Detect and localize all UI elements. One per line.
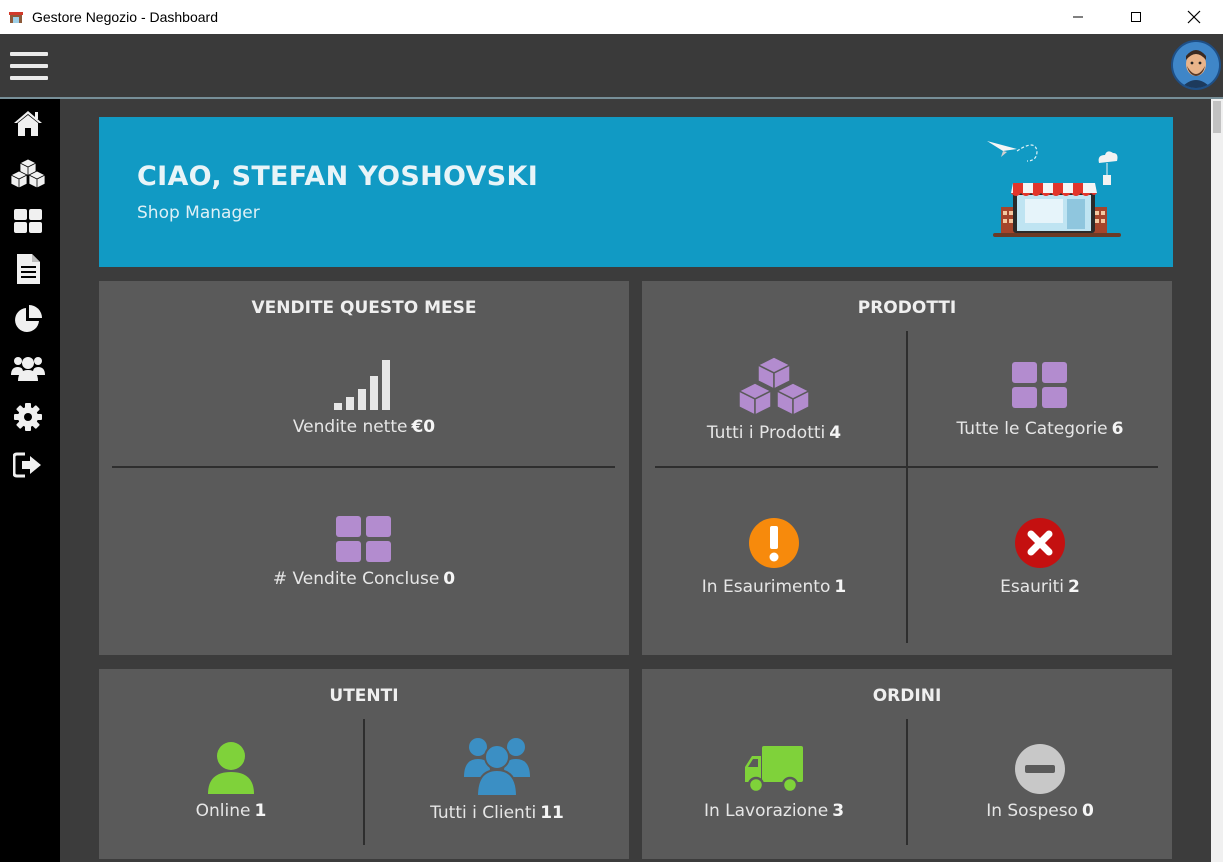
all-clients-stat[interactable]: Tutti i Clienti 11 [365,737,629,823]
close-icon [1187,10,1201,24]
window-title: Gestore Negozio - Dashboard [32,9,218,25]
all-products-value: 4 [829,423,842,443]
welcome-banner: CIAO, STEFAN YOSHOVSKI Shop Manager [99,117,1173,267]
logout-icon [13,452,41,478]
all-categories-label: Tutte le Categorie 6 [956,419,1124,439]
users-card-title: UTENTI [329,686,399,706]
all-products-label: Tutti i Prodotti 4 [706,423,842,443]
minimize-icon [1073,16,1083,18]
orders-card: ORDINI In Lavorazione 3 In Sospeso 0 [642,669,1172,859]
out-of-stock-stat[interactable]: Esauriti 2 [908,517,1172,597]
document-icon [17,254,40,284]
closed-sales-label: # Vendite Concluse 0 [272,569,456,589]
sidebar-item-settings[interactable] [10,399,46,435]
closed-sales-value: 0 [443,569,456,589]
low-stock-stat[interactable]: In Esaurimento 1 [642,517,906,597]
maximize-icon [1131,12,1141,22]
pending-orders-value: 0 [1081,801,1094,821]
online-users-value: 1 [254,801,267,821]
products-horizontal-divider [655,466,1158,468]
sales-divider [112,466,615,468]
pending-minus-icon [1015,744,1065,794]
orders-card-title: ORDINI [872,686,942,706]
closed-sales-stat[interactable]: # Vendite Concluse 0 [99,515,629,589]
scrollbar-thumb[interactable] [1213,101,1221,133]
net-sales-stat[interactable]: Vendite nette €0 [99,359,629,437]
close-button[interactable] [1165,0,1223,34]
window-titlebar: Gestore Negozio - Dashboard [0,0,1223,34]
sales-card: VENDITE QUESTO MESE Vendite nette €0 # Ve… [99,281,629,655]
categories-grid-icon [1012,362,1067,408]
online-shop-illustration-icon [987,141,1121,237]
sidebar-item-products[interactable] [10,155,46,191]
greeting-title: CIAO, STEFAN YOSHOVSKI [137,161,539,192]
sidebar-item-statistics[interactable] [10,301,46,337]
vertical-scrollbar[interactable] [1211,99,1223,862]
processing-orders-stat[interactable]: In Lavorazione 3 [642,745,906,821]
sidebar-item-documents[interactable] [10,251,46,287]
home-icon [14,111,42,136]
app-shop-icon [9,12,23,23]
products-card-title: PRODOTTI [857,298,957,318]
products-boxes-icon [737,356,811,417]
out-of-stock-value: 2 [1068,577,1080,597]
out-of-stock-x-icon [1015,518,1065,568]
net-sales-value: €0 [411,417,436,437]
user-avatar[interactable] [1171,40,1221,90]
low-stock-label: In Esaurimento 1 [701,577,847,597]
user-online-icon [208,742,254,794]
sales-card-title: VENDITE QUESTO MESE [251,298,477,318]
sidebar-item-home[interactable] [10,105,46,141]
pending-orders-label: In Sospeso 0 [986,801,1094,821]
avatar-face-icon [1173,42,1219,88]
user-role: Shop Manager [137,203,260,223]
processing-orders-value: 3 [832,801,845,821]
sidebar [0,99,60,862]
warning-exclamation-icon [749,518,799,568]
minimize-button[interactable] [1049,0,1107,34]
clients-group-icon [464,738,530,797]
low-stock-value: 1 [834,577,847,597]
out-of-stock-label: Esauriti 2 [1000,577,1080,597]
gear-icon [14,403,42,431]
dashboard-content: CIAO, STEFAN YOSHOVSKI Shop Manager VEND… [60,99,1211,862]
sidebar-item-categories[interactable] [10,203,46,239]
menu-hamburger-icon[interactable] [10,52,48,80]
all-clients-label: Tutti i Clienti 11 [430,803,564,823]
categories-icon [14,209,42,233]
maximize-button[interactable] [1107,0,1165,34]
pending-orders-stat[interactable]: In Sospeso 0 [908,743,1172,821]
grid-icon [336,516,391,562]
all-clients-value: 11 [540,803,564,823]
users-icon [11,357,45,381]
online-users-label: Online 1 [195,801,267,821]
users-card: UTENTI Online 1 Tutti i Clienti 11 [99,669,629,859]
all-categories-value: 6 [1111,419,1124,439]
pie-chart-icon [15,305,42,332]
online-users-stat[interactable]: Online 1 [99,741,363,821]
net-sales-label: Vendite nette €0 [292,417,436,437]
processing-orders-label: In Lavorazione 3 [703,801,845,821]
all-products-stat[interactable]: Tutti i Prodotti 4 [642,355,906,443]
app-topbar [0,34,1223,98]
delivery-truck-icon [745,746,803,794]
products-icon [10,158,46,189]
sidebar-item-users[interactable] [10,349,46,385]
all-categories-stat[interactable]: Tutte le Categorie 6 [908,361,1172,439]
sidebar-item-logout[interactable] [10,447,46,483]
products-card: PRODOTTI Tutti i Prodotti 4 Tutte le Cate… [642,281,1172,655]
signal-bars-icon [334,360,390,410]
